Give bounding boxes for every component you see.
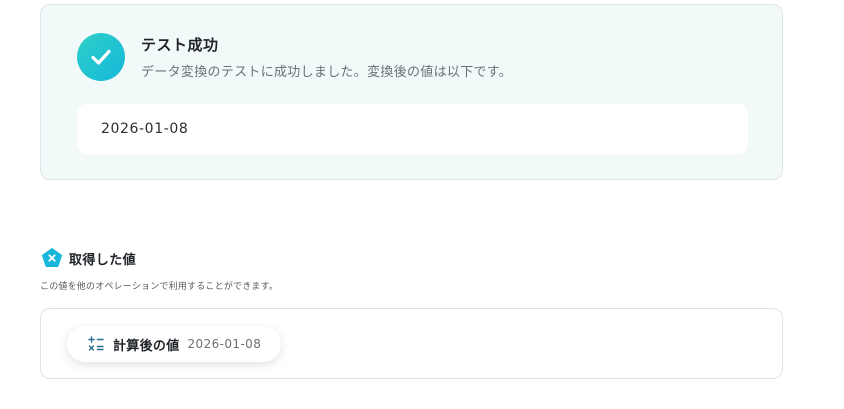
success-check-icon bbox=[77, 33, 125, 81]
test-success-card: テスト成功 データ変換のテストに成功しました。変換後の値は以下です。 2026-… bbox=[40, 4, 783, 180]
acquired-values-subtitle: この値を他のオペレーションで利用することができます。 bbox=[40, 282, 279, 292]
variable-pentagon-icon bbox=[42, 248, 62, 267]
acquired-values-card: 計算後の値 2026-01-08 bbox=[40, 308, 783, 379]
value-chip-value: 2026-01-08 bbox=[187, 337, 262, 351]
success-title: テスト成功 bbox=[141, 36, 219, 54]
success-description: データ変換のテストに成功しました。変換後の値は以下です。 bbox=[141, 65, 513, 80]
result-value: 2026-01-08 bbox=[101, 121, 189, 137]
value-chip-label: 計算後の値 bbox=[113, 338, 180, 354]
result-value-box: 2026-01-08 bbox=[77, 104, 748, 154]
value-chip[interactable]: 計算後の値 2026-01-08 bbox=[67, 326, 282, 362]
calculator-icon bbox=[88, 336, 104, 351]
acquired-values-header: 取得した値 bbox=[41, 247, 136, 269]
acquired-values-title: 取得した値 bbox=[69, 252, 137, 268]
